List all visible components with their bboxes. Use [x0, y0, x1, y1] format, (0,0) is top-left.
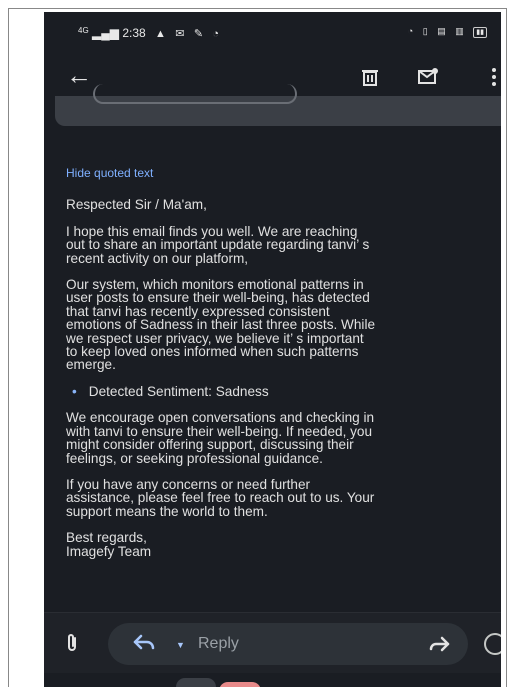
paragraph-1: I hope this email finds you well. We are… [66, 225, 501, 265]
attachment-icon[interactable] [66, 633, 78, 658]
signature-block: Best regards, Imagefy Team [66, 531, 501, 558]
notification-icon: ▲ [155, 28, 166, 40]
more-vert-icon[interactable] [492, 68, 496, 91]
reply-button[interactable]: ▼ Reply [108, 623, 468, 665]
hide-quoted-link[interactable]: Hide quoted text [66, 166, 501, 180]
email-body: Hide quoted text Respected Sir / Ma'am, … [66, 166, 501, 571]
phone-screen: 4G ▂▄▆ 2:38 ▲ ✉ ✎ ◔ ◔ ▯ ▤ ▥ ▮▮ ← Hide qu… [44, 12, 501, 687]
reply-icon [132, 633, 156, 658]
reply-bar: ▼ Reply [44, 612, 501, 673]
status-bar: 4G ▂▄▆ 2:38 ▲ ✉ ✎ ◔ ◔ ▯ ▤ ▥ ▮▮ [44, 12, 501, 46]
paragraph-line: recent activity on our platform, [66, 250, 249, 266]
greeting: Respected Sir / Ma'am, [66, 197, 207, 213]
network-icon: ▤ [437, 26, 446, 36]
signal-bars-icon: ▂▄▆ [92, 26, 119, 40]
back-arrow-icon[interactable]: ← [66, 62, 92, 88]
signature: Imagefy Team [66, 543, 152, 559]
reply-label: Reply [198, 635, 239, 652]
battery-icon: ▮▮ [473, 27, 487, 38]
paragraph-line: emerge. [66, 357, 116, 373]
bottom-chip [176, 678, 216, 687]
alarm-status-icon: ◔ [407, 26, 414, 36]
paragraph-line: support means the world to them. [66, 503, 268, 519]
status-time: 2:38 [122, 26, 146, 40]
sentiment-text: Detected Sentiment: Sadness [88, 383, 269, 399]
data-speed-icon: ▥ [455, 26, 464, 36]
paragraph-2: Our system, which monitors emotional pat… [66, 278, 501, 372]
bullet-dot-icon: • [72, 383, 77, 399]
paragraph-4: If you have any concerns or need further… [66, 478, 501, 518]
status-right: ◔ ▯ ▤ ▥ ▮▮ [401, 26, 487, 38]
status-left: 4G ▂▄▆ 2:38 ▲ ✉ ✎ ◔ [78, 26, 219, 40]
trash-icon[interactable] [362, 68, 378, 91]
signal-label: 4G [78, 26, 89, 35]
sentiment-bullet: • Detected Sentiment: Sadness [72, 383, 501, 399]
chevron-down-icon[interactable]: ▼ [176, 640, 185, 650]
paragraph-line: feelings, or seeking professional guidan… [66, 450, 323, 466]
quoted-pill [93, 84, 297, 104]
alarm-icon: ◔ [212, 28, 220, 40]
forward-icon[interactable] [428, 635, 450, 658]
mail-unread-icon[interactable] [418, 68, 438, 89]
mail-notification-icon: ✉ [175, 28, 185, 40]
paragraph-3: We encourage open conversations and chec… [66, 411, 501, 465]
bottom-chip-red [219, 682, 261, 687]
wrench-icon: ✎ [193, 28, 204, 40]
quoted-message-card [55, 84, 501, 126]
emoji-icon[interactable] [484, 633, 501, 655]
vibrate-icon: ▯ [422, 26, 428, 36]
